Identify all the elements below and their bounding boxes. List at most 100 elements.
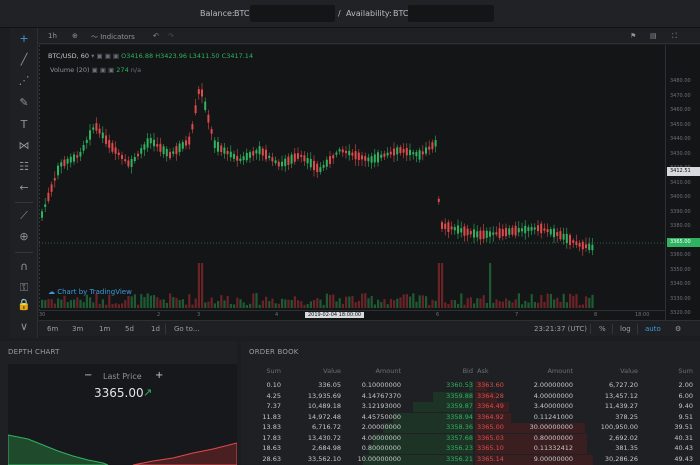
log-toggle[interactable]: log: [620, 325, 631, 333]
candle-body: [287, 156, 290, 165]
chevron-down-icon[interactable]: ∨: [17, 320, 31, 334]
order-book-row[interactable]: 7.37 10,489.18 3.12193000 3359.87 3364.49 3.4…: [241, 402, 700, 412]
order-book-row[interactable]: 18.63 2,684.98 0.80000000 3356.23 3365.10 0.1…: [241, 444, 700, 454]
crosshair-icon[interactable]: +: [17, 32, 31, 46]
order-book-row[interactable]: 0.10 336.05 0.10000000 3360.53 3363.60 2.0000…: [241, 381, 700, 391]
time-scale[interactable]: 30 2 3 4 2019-02-04 18:00:00 6 7 8 18:00: [39, 310, 665, 320]
volume-bar: [348, 296, 351, 308]
volume-bar: [393, 300, 396, 308]
candle-body: [473, 229, 475, 238]
volume-bar: [44, 300, 47, 308]
volume-bar: [242, 302, 245, 308]
volume-bar: [453, 300, 456, 308]
price-scale[interactable]: 3480.00 3470.00 3460.00 3450.00 3440.00 3430.…: [665, 45, 700, 320]
candle-body: [457, 225, 459, 234]
pitchfork-icon[interactable]: ⋰: [17, 74, 31, 88]
volume-bar: [101, 299, 104, 308]
text-tool-icon[interactable]: T: [17, 118, 31, 132]
ask-value: 2,692.02: [609, 433, 638, 442]
volume-settings-icon[interactable]: ▣ ▣ ▣: [92, 66, 117, 74]
volume-bar: [412, 293, 415, 308]
back-arrow-icon[interactable]: ←: [17, 181, 31, 195]
magnet-icon[interactable]: ∩: [17, 260, 31, 274]
volume-bar: [165, 302, 168, 308]
flag-icon[interactable]: ⚑: [630, 32, 636, 40]
volume-bar: [591, 294, 594, 308]
bid-amount: 2.00000000: [361, 423, 401, 431]
price-tick: 3470.00: [670, 92, 691, 99]
symbol-label[interactable]: BTC/USD, 60: [48, 52, 89, 60]
candle-body: [383, 153, 386, 157]
volume-bar: [364, 293, 367, 308]
drawing-toolbar: + ╱ ⋰ ✎ T ⋈ ☷ ← ⟋ ⊕ ∩ ⚿ 🔒 ∨: [10, 28, 38, 338]
trend-line-icon[interactable]: ╱: [17, 53, 31, 67]
volume-bar: [418, 295, 421, 308]
brush-icon[interactable]: ✎: [17, 96, 31, 110]
time-tick: 6: [436, 312, 440, 318]
order-book-row[interactable]: 4.25 13,935.69 4.14767370 3359.88 3364.28 4.0…: [241, 391, 700, 402]
candle-body: [498, 228, 501, 238]
auto-toggle[interactable]: auto: [645, 325, 661, 333]
percent-toggle[interactable]: %: [599, 325, 606, 333]
tradingview-watermark[interactable]: ☁ Chart by TradingView: [48, 288, 132, 296]
volume-bar: [469, 297, 472, 308]
order-book-row[interactable]: 13.83 6,716.72 2.00000000 3358.36 3365.00 30.…: [241, 423, 700, 433]
candle-body: [153, 139, 155, 147]
volume-bar: [60, 299, 63, 308]
zoom-icon[interactable]: ⊕: [17, 230, 31, 244]
ruler-icon[interactable]: ⟋: [17, 209, 31, 223]
volume-bar: [265, 296, 268, 308]
settings-gear-icon[interactable]: ⚙: [675, 325, 681, 333]
candle-body: [249, 152, 251, 158]
candle-body: [447, 222, 450, 232]
zoom-in-button[interactable]: +: [155, 370, 163, 381]
range-6m[interactable]: 6m: [47, 325, 58, 333]
ask-value: 30,286.26: [604, 454, 638, 463]
candle-body: [341, 149, 344, 153]
range-5d[interactable]: 5d: [125, 325, 134, 333]
range-divider: [590, 324, 591, 334]
fib-icon[interactable]: ☷: [17, 160, 31, 174]
candle-body: [495, 232, 498, 235]
indicators-button[interactable]: 〜 Indicators: [91, 32, 135, 42]
volume-bar: [220, 295, 223, 308]
compare-icon[interactable]: ⊕: [72, 32, 78, 40]
time-tick: 7: [515, 312, 519, 318]
volume-bar: [386, 304, 389, 308]
order-book-row[interactable]: 11.83 14,972.48 4.45750000 3358.94 3364.92 0.…: [241, 412, 700, 423]
volume-bar: [572, 295, 575, 308]
candle-body: [325, 159, 328, 167]
ask-value: 6,727.20: [609, 381, 638, 389]
candle-body: [418, 150, 421, 160]
range-3m[interactable]: 3m: [72, 325, 83, 333]
fullscreen-icon[interactable]: ⛶: [672, 32, 677, 41]
legend-settings-icon[interactable]: ▣ ▣ ▣: [97, 52, 122, 60]
balance-hidden-value: [250, 5, 335, 22]
order-book-row[interactable]: 28.63 33,562.10 10.00000000 3356.21 3365.14 9…: [241, 454, 700, 465]
bid-sum: 7.37: [266, 402, 281, 410]
range-1m[interactable]: 1m: [99, 325, 110, 333]
lock-icon[interactable]: 🔒: [17, 298, 31, 312]
last-price-value: 3365.00: [94, 386, 144, 400]
volume-bar: [559, 301, 562, 308]
ask-sum: 49.43: [674, 454, 693, 463]
volume-bar: [501, 301, 504, 308]
depth-chart-area[interactable]: − Last Price + 3365.00 ↗: [8, 364, 237, 465]
volume-bar: [405, 294, 408, 308]
interval-button[interactable]: 1h: [48, 32, 57, 40]
volume-bar: [511, 302, 514, 308]
bid-amount: 0.10000000: [361, 381, 401, 389]
lock-drawings-icon[interactable]: ⚿: [17, 281, 31, 295]
range-1d[interactable]: 1d: [151, 325, 160, 333]
layout-icon[interactable]: ▤: [650, 32, 657, 40]
volume-bar: [63, 295, 66, 308]
volume-bar: [290, 299, 293, 308]
order-book-row[interactable]: 17.83 13,430.72 4.00000000 3357.68 3365.03 0.…: [241, 433, 700, 444]
zoom-out-button[interactable]: −: [84, 370, 92, 381]
bid-value: 10,489.18: [307, 402, 341, 410]
redo-icon[interactable]: ↷: [168, 32, 174, 40]
goto-button[interactable]: Go to...: [174, 325, 200, 333]
pattern-icon[interactable]: ⋈: [17, 139, 31, 153]
candlestick-chart[interactable]: [39, 45, 665, 320]
undo-icon[interactable]: ↶: [153, 32, 159, 40]
